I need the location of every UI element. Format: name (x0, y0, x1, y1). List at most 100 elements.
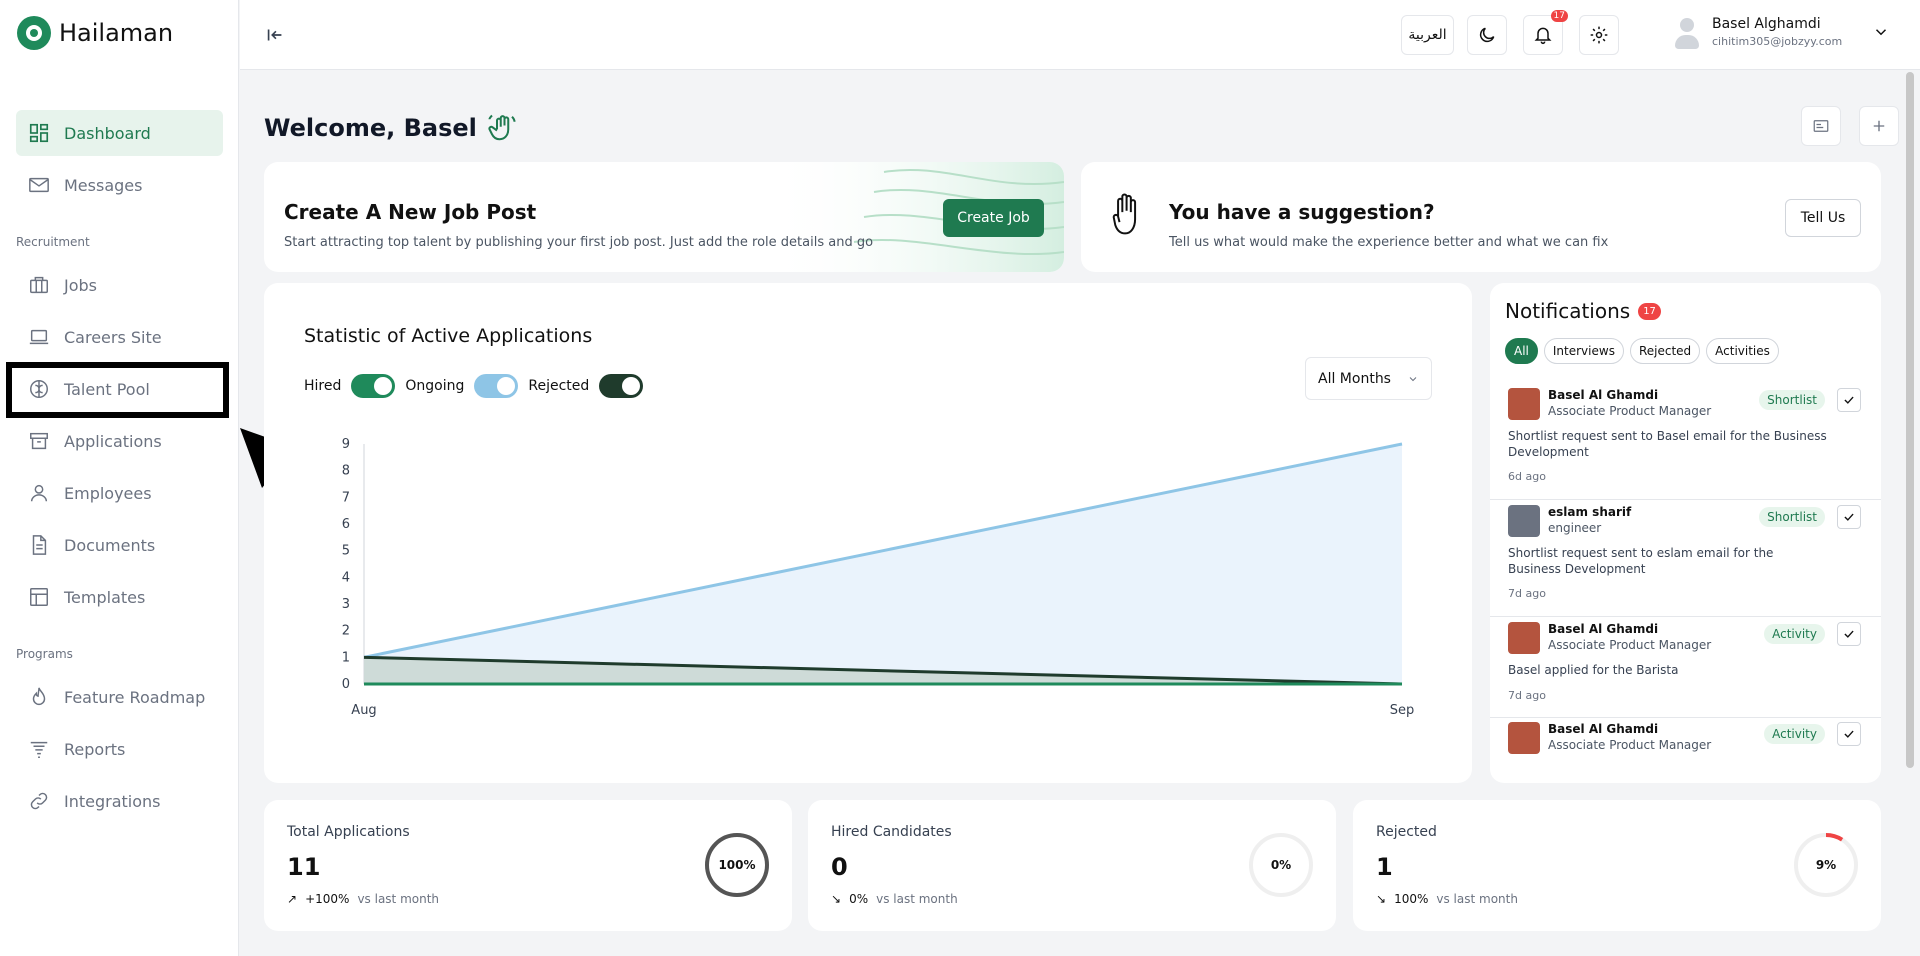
bell-icon (1534, 27, 1552, 45)
mark-read-checkbox[interactable] (1837, 722, 1861, 746)
plus-icon (1873, 120, 1885, 132)
raised-hand-icon (1112, 193, 1137, 235)
sidebar-item-label: Dashboard (64, 123, 151, 143)
brand-logo-icon (17, 16, 51, 50)
notifications-title: Notifications (1505, 299, 1631, 323)
mark-read-checkbox[interactable] (1837, 388, 1861, 412)
stat-change: ↘ 0% vs last month (831, 892, 958, 906)
status-badge: Shortlist (1759, 507, 1825, 527)
total-applications-card: Total Applications 11 ↗ +100% vs last mo… (264, 800, 792, 931)
brand[interactable]: Hailaman (17, 16, 173, 50)
status-badge: Shortlist (1759, 390, 1825, 410)
user-menu[interactable]: Basel Alghamdi cihitim305@jobzyy.com (1672, 14, 1890, 50)
months-select-value: All Months (1318, 370, 1391, 387)
hired-toggle[interactable] (351, 374, 396, 398)
notifications-card: Notifications 17 All Interviews Rejected… (1490, 283, 1881, 783)
filter-interviews[interactable]: Interviews (1543, 338, 1624, 364)
stat-period: vs last month (357, 892, 440, 906)
laptop-icon (29, 329, 49, 345)
trend-up-icon: ↗ (287, 892, 298, 906)
avatar (1672, 14, 1702, 50)
suggestion-title: You have a suggestion? (1169, 200, 1435, 224)
sidebar-item-label: Employees (64, 483, 152, 503)
sidebar-item-documents[interactable]: Documents (16, 522, 223, 568)
stat-value: 1 (1376, 853, 1393, 881)
moon-icon (1479, 27, 1495, 43)
sidebar-item-employees[interactable]: Employees (16, 470, 223, 516)
filter-activities[interactable]: Activities (1706, 338, 1779, 364)
filter-all[interactable]: All (1505, 338, 1538, 364)
create-job-card: Create A New Job Post Start attracting t… (264, 162, 1064, 272)
check-icon (1844, 730, 1854, 738)
ring-label: 9% (1815, 858, 1837, 872)
series-area-ongoing (364, 444, 1402, 684)
language-button[interactable]: العربية (1401, 15, 1454, 55)
mark-read-checkbox[interactable] (1837, 505, 1861, 529)
stat-change: ↗ +100% vs last month (287, 892, 439, 906)
notification-role: Associate Product Manager (1548, 404, 1712, 418)
sidebar-item-label: Templates (64, 587, 146, 607)
sidebar-item-reports[interactable]: Reports (16, 726, 223, 772)
stat-change: ↘ 100% vs last month (1376, 892, 1518, 906)
notification-name: Basel Al Ghamdi (1548, 622, 1659, 636)
notification-item[interactable]: eslam sharif engineer Shortlist Shortlis… (1490, 505, 1881, 617)
notification-item[interactable]: Basel Al Ghamdi Associate Product Manage… (1490, 622, 1881, 718)
sidebar-item-templates[interactable]: Templates (16, 574, 223, 620)
add-widget-button[interactable] (1859, 106, 1899, 146)
settings-button[interactable] (1579, 15, 1619, 55)
briefcase-icon (30, 276, 48, 294)
collapse-sidebar-icon[interactable] (264, 24, 286, 46)
rejected-toggle[interactable] (599, 374, 644, 398)
notification-name: eslam sharif (1548, 505, 1632, 519)
chevron-down-icon[interactable] (1872, 23, 1890, 41)
ring-label: 100% (718, 858, 756, 872)
sidebar-item-label: Jobs (64, 275, 97, 295)
avatar (1508, 505, 1540, 537)
notification-role: Associate Product Manager (1548, 638, 1712, 652)
page-scrollbar[interactable] (1906, 72, 1914, 768)
sidebar-item-applications[interactable]: Applications (16, 418, 223, 464)
notification-text: Basel applied for the Barista (1508, 663, 1679, 677)
topbar: العربية 17 Basel Alghamdi cihitim305@job… (240, 0, 1920, 70)
theme-toggle-button[interactable] (1467, 15, 1507, 55)
y-tick-label: 0 (342, 677, 350, 692)
x-tick-label: Aug (351, 703, 376, 718)
filter-rejected[interactable]: Rejected (1629, 338, 1701, 364)
job-card-title: Create A New Job Post (284, 200, 537, 224)
months-select[interactable]: All Months (1305, 357, 1432, 400)
layout-toggle-button[interactable] (1801, 106, 1841, 146)
sidebar-item-careers-site[interactable]: Careers Site (16, 314, 223, 360)
sidebar-item-messages[interactable]: Messages (16, 162, 223, 208)
mark-read-checkbox[interactable] (1837, 622, 1861, 646)
status-badge: Activity (1764, 624, 1825, 644)
archive-icon (30, 432, 48, 450)
notification-filters: All Interviews Rejected Activities (1505, 338, 1779, 364)
notifications-button[interactable]: 17 (1523, 10, 1568, 55)
y-tick-label: 2 (342, 624, 350, 639)
user-name: Basel Alghamdi (1712, 16, 1821, 32)
notification-role: Associate Product Manager (1548, 738, 1712, 752)
link-icon (30, 792, 48, 810)
sidebar-item-label: Messages (64, 175, 143, 195)
ring-label: 0% (1270, 858, 1292, 872)
flame-icon (32, 687, 46, 705)
y-tick-label: 8 (342, 464, 350, 479)
sidebar-item-dashboard[interactable]: Dashboard (16, 110, 223, 156)
progress-ring: 0% (1248, 832, 1314, 898)
mail-icon (29, 177, 49, 193)
sidebar-item-jobs[interactable]: Jobs (16, 262, 223, 308)
user-email: cihitim305@jobzyy.com (1712, 35, 1843, 48)
check-icon (1844, 513, 1854, 521)
notification-item[interactable]: Basel Al Ghamdi Associate Product Manage… (1490, 388, 1881, 500)
notification-item[interactable]: Basel Al Ghamdi Associate Product Manage… (1490, 722, 1881, 782)
check-icon (1844, 630, 1854, 638)
sidebar-item-integrations[interactable]: Integrations (16, 778, 223, 824)
sidebar-item-feature-roadmap[interactable]: Feature Roadmap (16, 674, 223, 720)
create-job-button[interactable]: Create Job (943, 199, 1044, 237)
notifications-count-badge: 17 (1638, 302, 1661, 320)
section-label-recruitment: Recruitment (16, 235, 90, 249)
stat-change-value: +100% (305, 892, 350, 906)
ongoing-toggle[interactable] (474, 374, 519, 398)
stat-period: vs last month (876, 892, 958, 906)
tell-us-button[interactable]: Tell Us (1785, 199, 1861, 237)
